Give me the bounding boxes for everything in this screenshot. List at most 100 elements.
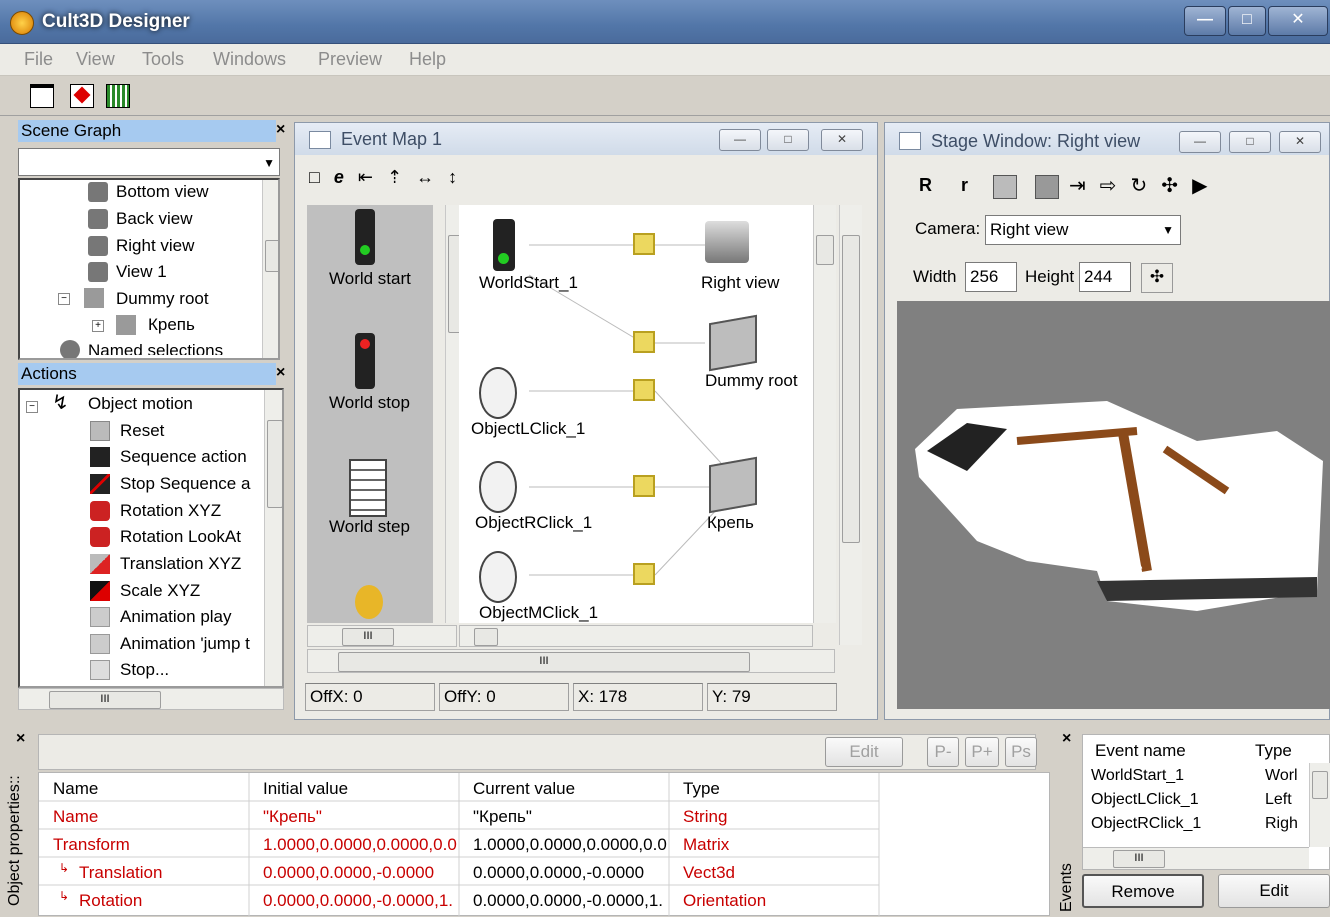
align-left-icon[interactable]: ⇤	[358, 167, 387, 187]
maximize-button[interactable]: □	[1228, 6, 1266, 36]
column-type[interactable]: Type	[683, 779, 720, 799]
column-initial-value[interactable]: Initial value	[263, 779, 348, 799]
scrollbar-thumb[interactable]	[474, 628, 498, 646]
events-edit-button[interactable]: Edit	[1218, 874, 1330, 908]
tree-item-dummy-root[interactable]: Dummy root	[116, 289, 209, 309]
action-sequence[interactable]: Sequence action	[120, 447, 247, 467]
row-translation-name[interactable]: Translation	[79, 863, 249, 883]
action-animation-jump[interactable]: Animation 'jump t	[120, 634, 250, 654]
column-name[interactable]: Name	[53, 779, 98, 799]
column-current-value[interactable]: Current value	[473, 779, 575, 799]
p-plus-button[interactable]: P+	[965, 737, 999, 767]
remove-button[interactable]: Remove	[1082, 874, 1204, 908]
events-scrollbar-v[interactable]	[1309, 763, 1330, 847]
scrollbar-thumb[interactable]	[265, 240, 278, 272]
node-objectlclick-1[interactable]: ObjectLClick_1	[471, 419, 585, 439]
event-map-minimize-button[interactable]: —	[719, 129, 761, 151]
expand-icon[interactable]: +	[92, 320, 104, 332]
grid-view-icon[interactable]	[106, 84, 130, 108]
eye-connector-icon[interactable]	[633, 233, 655, 255]
properties-close-icon[interactable]: ×	[16, 730, 25, 748]
actions-close-icon[interactable]: ×	[276, 364, 285, 382]
row-translation-initial[interactable]: 0.0000,0.0000,-0.0000	[263, 863, 455, 883]
space-horizontal-icon[interactable]: ↔	[416, 167, 448, 187]
scale-connector-icon[interactable]	[633, 475, 655, 497]
menu-view[interactable]: View	[76, 49, 115, 70]
scrollbar-thumb[interactable]	[1312, 771, 1328, 799]
scrollbar-thumb[interactable]	[267, 420, 282, 508]
tree-item-bottom-view[interactable]: Bottom view	[116, 182, 209, 202]
event-tool-icon[interactable]: e	[334, 167, 358, 187]
event-row-name[interactable]: ObjectRClick_1	[1091, 815, 1201, 833]
event-map-close-button[interactable]: ✕	[821, 129, 863, 151]
scrollbar-thumb[interactable]	[842, 235, 860, 543]
events-close-icon[interactable]: ×	[1062, 730, 1071, 748]
events-column-type[interactable]: Type	[1255, 741, 1292, 761]
scrollbar-thumb[interactable]: III	[342, 628, 394, 646]
event-map-maximize-button[interactable]: □	[767, 129, 809, 151]
stage-tool-r-lower[interactable]: r	[961, 175, 968, 196]
row-name-initial[interactable]: "Крепь"	[263, 807, 455, 827]
scene-window-icon[interactable]	[30, 84, 54, 108]
minimize-button[interactable]: —	[1184, 6, 1226, 36]
collapse-icon[interactable]: −	[58, 293, 70, 305]
collapse-icon[interactable]: −	[26, 401, 38, 413]
action-animation-play[interactable]: Animation play	[120, 607, 232, 627]
scene-graph-close-icon[interactable]: ×	[276, 121, 285, 139]
node-objectmclick-1[interactable]: ObjectMClick_1	[479, 603, 598, 623]
action-stop-sequence[interactable]: Stop Sequence a	[120, 474, 250, 494]
rotate-icon[interactable]: ↻	[1131, 175, 1162, 197]
canvas-scrollbar-h[interactable]: III	[307, 649, 835, 673]
node-worldstart-1[interactable]: WorldStart_1	[479, 273, 578, 293]
event-row-name[interactable]: ObjectLClick_1	[1091, 791, 1199, 809]
action-reset[interactable]: Reset	[120, 421, 164, 441]
edit-button[interactable]: Edit	[825, 737, 903, 767]
align-top-icon[interactable]: ⇡	[387, 167, 416, 187]
menu-help[interactable]: Help	[409, 49, 446, 70]
play-icon[interactable]: ▶	[1192, 175, 1221, 197]
row-transform-initial[interactable]: 1.0000,0.0000,0.0000,0.0	[263, 835, 457, 855]
action-connector-icon[interactable]	[633, 331, 655, 353]
move-icon[interactable]: ✣	[1141, 263, 1173, 293]
pan-icon[interactable]: ⇥	[1069, 175, 1100, 197]
action-rotation-lookat[interactable]: Rotation LookAt	[120, 527, 241, 547]
palette-world-stop[interactable]: World stop	[329, 393, 410, 413]
stage-minimize-button[interactable]: —	[1179, 131, 1221, 153]
action-stop[interactable]: Stop...	[120, 660, 169, 680]
tree-item-named-selections[interactable]: Named selections	[88, 341, 223, 355]
palette-scrollbar-h[interactable]: III	[307, 625, 457, 647]
stage-tool-r-upper[interactable]: R	[919, 175, 932, 196]
menu-windows[interactable]: Windows	[213, 49, 286, 70]
tree-item-back-view[interactable]: Back view	[116, 209, 193, 229]
row-rotation-initial[interactable]: 0.0000,0.0000,-0.0000,1.	[263, 891, 455, 911]
event-map-icon[interactable]	[70, 84, 94, 108]
action-group-object-motion[interactable]: Object motion	[88, 394, 193, 414]
tree-item-view-1[interactable]: View 1	[116, 262, 167, 282]
width-input[interactable]: 256	[965, 262, 1017, 292]
action-scale-xyz[interactable]: Scale XYZ	[120, 581, 200, 601]
menu-preview[interactable]: Preview	[318, 49, 382, 70]
node-dummy-root[interactable]: Dummy root	[705, 371, 798, 391]
orbit-icon[interactable]: ✣	[1161, 175, 1192, 197]
height-input[interactable]: 244	[1079, 262, 1131, 292]
tree-item-krep[interactable]: Крепь	[148, 315, 195, 335]
tree-item-right-view[interactable]: Right view	[116, 236, 194, 256]
p-minus-button[interactable]: P-	[927, 737, 959, 767]
palette-world-start[interactable]: World start	[329, 269, 411, 289]
events-scrollbar-h[interactable]: III	[1083, 847, 1309, 869]
camera-select[interactable]: Right view ▼	[985, 215, 1181, 245]
scrollbar-thumb[interactable]: III	[338, 652, 750, 672]
space-vertical-icon[interactable]: ↕	[448, 167, 471, 187]
scene-graph-dropdown[interactable]: ▼	[18, 148, 280, 176]
canvas-scrollbar-inner[interactable]	[813, 205, 836, 623]
zoom-icon[interactable]: ⇨	[1100, 175, 1131, 197]
palette-world-step[interactable]: World step	[329, 517, 410, 537]
node-krep[interactable]: Крепь	[707, 513, 754, 533]
scene-graph-scrollbar[interactable]	[262, 180, 278, 358]
stage-close-button[interactable]: ✕	[1279, 131, 1321, 153]
select-tool-icon[interactable]: □	[309, 167, 334, 187]
event-row-name[interactable]: WorldStart_1	[1091, 767, 1184, 785]
action-rotation-xyz[interactable]: Rotation XYZ	[120, 501, 221, 521]
events-column-name[interactable]: Event name	[1095, 741, 1186, 761]
row-transform-name[interactable]: Transform	[53, 835, 243, 855]
